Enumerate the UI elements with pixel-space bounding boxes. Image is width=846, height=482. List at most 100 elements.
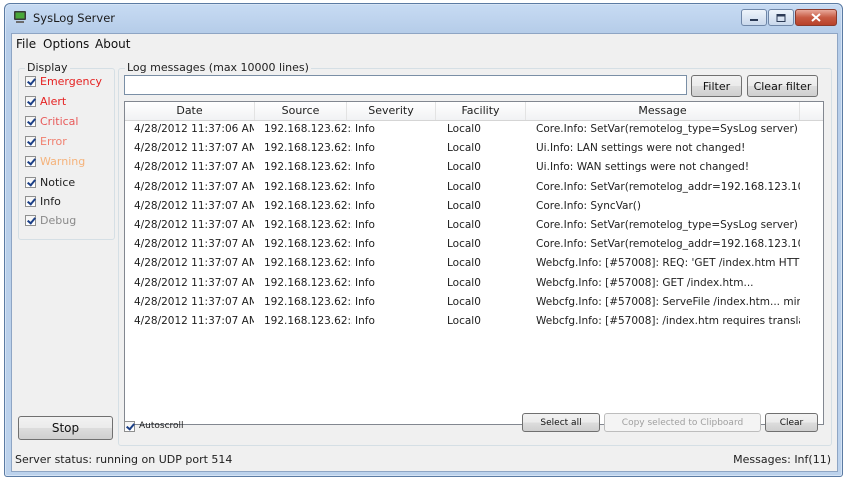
table-row[interactable]: 4/28/2012 11:37:07 AM 192.168.123.62:5 Inf… — [125, 254, 823, 273]
cell-source: 192.168.123.62:5 — [264, 180, 352, 193]
cell-date: 4/28/2012 11:37:07 AM — [134, 142, 254, 155]
column-header-severity[interactable]: Severity — [347, 102, 436, 120]
autoscroll-label: Autoscroll — [139, 421, 184, 431]
filter-alert-checkbox[interactable]: Alert — [25, 93, 66, 109]
menu-file[interactable]: File — [16, 37, 36, 51]
column-header-source[interactable]: Source — [255, 102, 347, 120]
filter-notice-label: Notice — [40, 175, 76, 189]
table-row[interactable]: 4/28/2012 11:37:07 AM 192.168.123.62:5 Inf… — [125, 293, 823, 312]
checkbox-checked-icon — [25, 115, 36, 127]
checkbox-checked-icon — [25, 155, 36, 167]
checkbox-checked-icon — [25, 195, 36, 207]
filter-error-checkbox[interactable]: Error — [25, 133, 67, 149]
server-status-text: Server status: running on UDP port 514 — [15, 453, 233, 466]
cell-facility: Local0 — [447, 257, 481, 270]
filter-debug-checkbox[interactable]: Debug — [25, 212, 76, 228]
cell-date: 4/28/2012 11:37:07 AM — [134, 276, 254, 289]
table-row[interactable]: 4/28/2012 11:37:07 AM 192.168.123.62:5 Inf… — [125, 216, 823, 235]
filter-error-label: Error — [40, 134, 67, 148]
cell-severity: Info — [355, 123, 375, 135]
filter-warning-checkbox[interactable]: Warning — [25, 153, 85, 169]
cell-date: 4/28/2012 11:37:07 AM — [134, 257, 254, 270]
table-row[interactable]: 4/28/2012 11:37:07 AM 192.168.123.62:5 Inf… — [125, 158, 823, 177]
menu-about[interactable]: About — [95, 37, 130, 51]
maximize-button[interactable] — [768, 9, 794, 26]
filter-info-label: Info — [40, 194, 61, 208]
cell-facility: Local0 — [447, 161, 481, 174]
column-header-message[interactable]: Message — [526, 102, 800, 120]
cell-message: Ui.Info: LAN settings were not changed! — [536, 142, 746, 155]
minimize-button[interactable] — [741, 9, 767, 26]
cell-message: Webcfg.Info: [#57008]: REQ: 'GET /index.… — [536, 257, 800, 270]
table-row[interactable]: 4/28/2012 11:37:07 AM 192.168.123.62:5 Inf… — [125, 312, 823, 331]
cell-source: 192.168.123.62:5 — [264, 142, 352, 155]
filter-notice-checkbox[interactable]: Notice — [25, 174, 75, 190]
message-count-text: Messages: Inf(11) — [733, 453, 831, 466]
table-row[interactable]: 4/28/2012 11:37:07 AM 192.168.123.62:5 Inf… — [125, 178, 823, 197]
cell-message: Ui.Info: WAN settings were not changed! — [536, 161, 750, 174]
table-row[interactable]: 4/28/2012 11:37:07 AM 192.168.123.62:5 Inf… — [125, 274, 823, 293]
table-row[interactable]: 4/28/2012 11:37:07 AM 192.168.123.62:5 Inf… — [125, 139, 823, 158]
close-button[interactable] — [795, 9, 837, 26]
cell-source: 192.168.123.62:5 — [264, 199, 352, 212]
select-all-button[interactable]: Select all — [522, 413, 600, 432]
cell-message: Webcfg.Info: [#57008]: ServeFile /index.… — [536, 295, 800, 308]
table-row[interactable]: 4/28/2012 11:37:07 AM 192.168.123.62:5 Inf… — [125, 197, 823, 216]
cell-source: 192.168.123.62:5 — [264, 219, 352, 231]
copy-to-clipboard-button[interactable]: Copy selected to Clipboard — [604, 413, 761, 432]
checkbox-checked-icon — [25, 214, 36, 226]
cell-facility: Local0 — [447, 219, 481, 231]
title-bar[interactable]: SysLog Server — [5, 4, 842, 32]
cell-date: 4/28/2012 11:37:07 AM — [134, 180, 254, 193]
log-group-title: Log messages (max 10000 lines) — [125, 61, 311, 74]
cell-severity: Info — [355, 276, 375, 289]
log-table[interactable]: Date Source Severity Facility Message 4/… — [124, 101, 824, 425]
filter-emergency-checkbox[interactable]: Emergency — [25, 73, 102, 89]
cell-source: 192.168.123.62:5 — [264, 315, 352, 327]
cell-message: Core.Info: SetVar(remotelog_type=SysLog … — [536, 123, 798, 135]
checkbox-checked-icon — [25, 95, 36, 107]
clear-filter-button[interactable]: Clear filter — [747, 75, 818, 97]
close-icon — [811, 13, 821, 22]
column-header-facility[interactable]: Facility — [436, 102, 526, 120]
cell-message: Core.Info: SyncVar() — [536, 199, 642, 212]
cell-severity: Info — [355, 161, 375, 174]
cell-severity: Info — [355, 315, 375, 327]
cell-facility: Local0 — [447, 315, 481, 327]
cell-severity: Info — [355, 142, 375, 155]
cell-source: 192.168.123.62:5 — [264, 123, 352, 135]
cell-facility: Local0 — [447, 180, 481, 193]
checkbox-checked-icon — [124, 420, 135, 432]
cell-severity: Info — [355, 219, 375, 231]
stop-button[interactable]: Stop — [18, 416, 113, 440]
cell-source: 192.168.123.62:5 — [264, 276, 352, 289]
cell-date: 4/28/2012 11:37:07 AM — [134, 315, 254, 327]
cell-message: Webcfg.Info: [#57008]: GET /index.htm... — [536, 276, 754, 289]
display-group: Display Emergency Alert Critical Error W… — [18, 61, 115, 240]
filter-critical-label: Critical — [40, 114, 79, 128]
menu-options[interactable]: Options — [43, 37, 89, 51]
filter-button[interactable]: Filter — [691, 75, 742, 97]
cell-facility: Local0 — [447, 142, 481, 155]
cell-date: 4/28/2012 11:37:07 AM — [134, 295, 254, 308]
filter-input[interactable] — [124, 75, 687, 95]
cell-severity: Info — [355, 238, 375, 251]
filter-critical-checkbox[interactable]: Critical — [25, 113, 78, 129]
clear-button[interactable]: Clear — [765, 413, 818, 432]
column-header-date[interactable]: Date — [125, 102, 255, 120]
cell-source: 192.168.123.62:5 — [264, 257, 352, 270]
checkbox-checked-icon — [25, 176, 36, 188]
cell-facility: Local0 — [447, 238, 481, 251]
autoscroll-checkbox[interactable]: Autoscroll — [124, 418, 184, 434]
checkbox-checked-icon — [25, 75, 36, 87]
client-area: File Options About Display Emergency Ale… — [11, 33, 838, 472]
cell-date: 4/28/2012 11:37:06 AM — [134, 123, 254, 135]
filter-info-checkbox[interactable]: Info — [25, 193, 61, 209]
menu-bar: File Options About — [12, 34, 837, 54]
cell-date: 4/28/2012 11:37:07 AM — [134, 238, 254, 251]
table-row[interactable]: 4/28/2012 11:37:07 AM 192.168.123.62:5 Inf… — [125, 235, 823, 254]
status-bar: Server status: running on UDP port 514 M… — [12, 448, 837, 471]
cell-message: Webcfg.Info: [#57008]: /index.htm requir… — [536, 315, 800, 327]
cell-date: 4/28/2012 11:37:07 AM — [134, 219, 254, 231]
table-row[interactable]: 4/28/2012 11:37:06 AM 192.168.123.62:5 Inf… — [125, 120, 823, 139]
